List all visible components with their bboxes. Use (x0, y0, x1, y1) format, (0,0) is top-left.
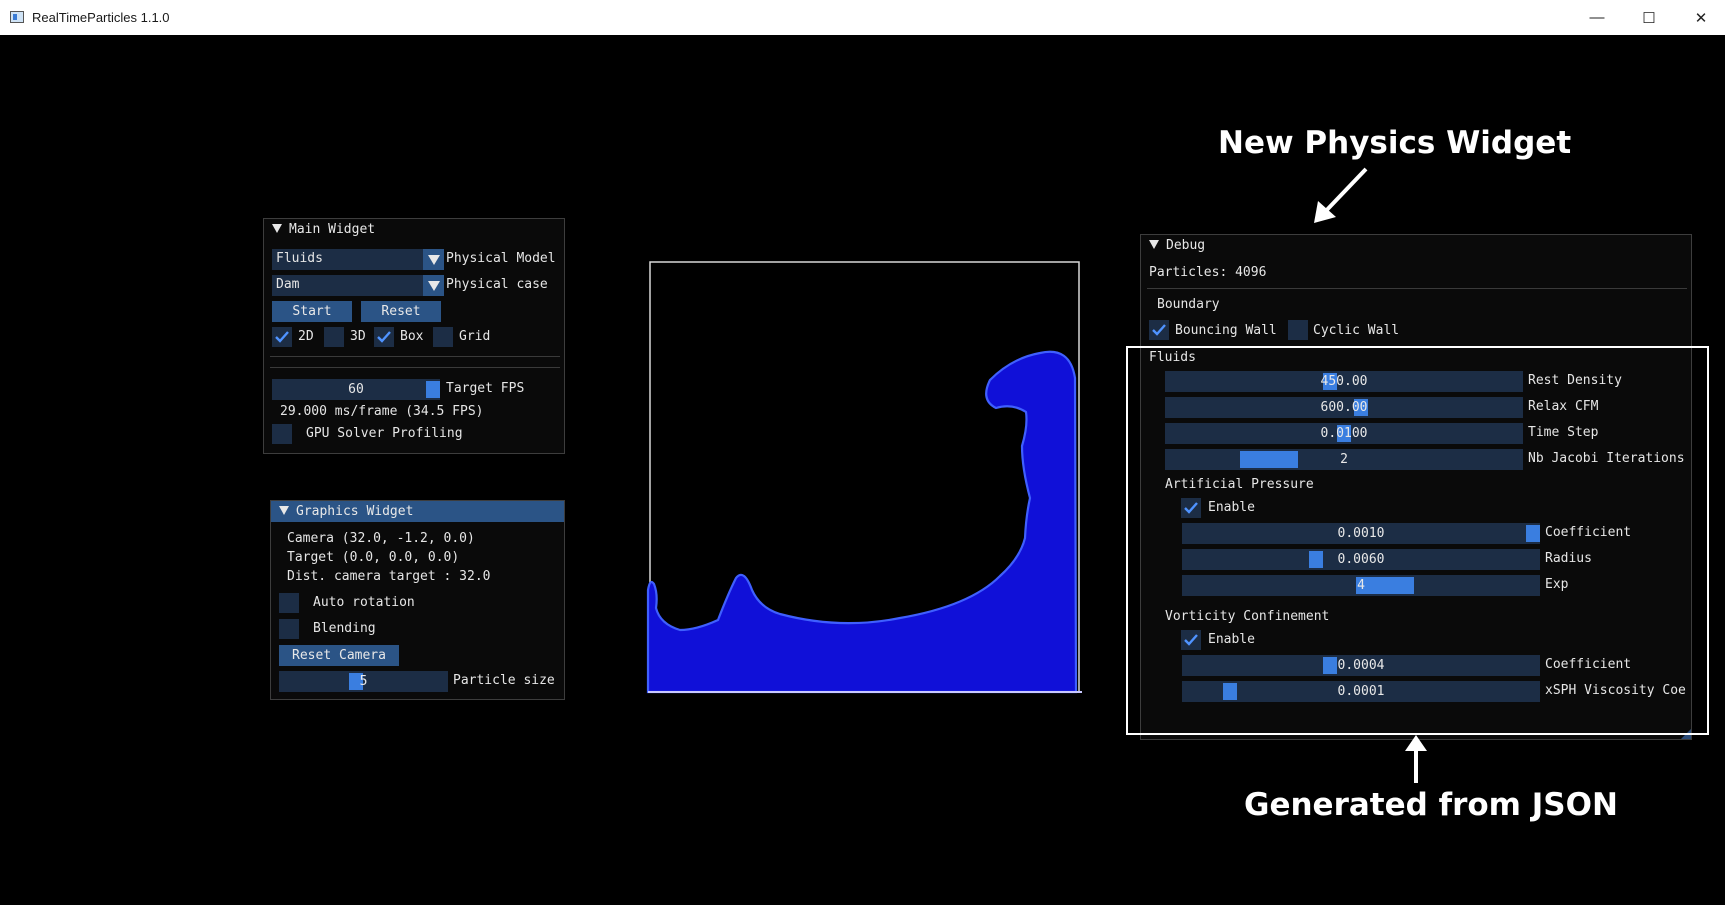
annotation-new-physics-widget: New Physics Widget (1218, 125, 1572, 161)
collapse-triangle-icon (272, 224, 282, 233)
bouncing-wall-label: Bouncing Wall (1175, 323, 1277, 338)
graphics-widget-title: Graphics Widget (296, 504, 414, 519)
checkbox-grid[interactable] (433, 327, 453, 347)
checkbox-box[interactable] (374, 327, 394, 347)
particle-size-value: 5 (359, 674, 368, 689)
camera-target: Target (0.0, 0.0, 0.0) (287, 550, 460, 565)
separator (270, 367, 560, 368)
graphics-widget-header[interactable]: Graphics Widget (271, 501, 564, 522)
camera-position: Camera (32.0, -1.2, 0.0) (287, 531, 475, 546)
main-widget-title: Main Widget (289, 222, 376, 237)
check-icon (275, 331, 289, 343)
separator (1147, 288, 1687, 289)
simulation-viewport[interactable] (640, 258, 1086, 698)
particle-count: Particles: 4096 (1149, 265, 1267, 280)
start-button[interactable]: Start (272, 301, 352, 322)
arrow-down-left-icon (1314, 167, 1368, 223)
close-button[interactable]: ✕ (1675, 0, 1725, 35)
checkbox-2d-label: 2D (298, 329, 314, 344)
checkbox-3d[interactable] (324, 327, 344, 347)
annotation-generated-from-json: Generated from JSON (1244, 787, 1618, 823)
arrow-up-icon (1405, 735, 1427, 783)
auto-rotation-checkbox[interactable] (279, 593, 299, 613)
minimize-button[interactable]: — (1571, 0, 1623, 35)
debug-widget-header[interactable]: Debug (1141, 235, 1691, 256)
blending-label: Blending (313, 621, 376, 636)
gpu-profiling-checkbox[interactable] (272, 424, 292, 444)
main-widget-header[interactable]: Main Widget (264, 219, 564, 240)
physical-model-combo[interactable]: Fluids (272, 249, 444, 270)
target-fps-label: Target FPS (446, 381, 525, 396)
window-title: RealTimeParticles 1.1.0 (32, 10, 170, 25)
checkbox-2d[interactable] (272, 327, 292, 347)
gpu-profiling-label: GPU Solver Profiling (306, 426, 463, 441)
separator (270, 356, 560, 357)
chevron-down-icon (423, 249, 444, 270)
particle-size-slider[interactable]: 5 (279, 671, 448, 692)
frame-stats: 29.000 ms/frame (34.5 FPS) (280, 404, 484, 419)
fluid-body (646, 350, 1078, 694)
bouncing-wall-checkbox[interactable] (1149, 320, 1169, 340)
checkbox-grid-label: Grid (459, 329, 491, 344)
target-fps-slider[interactable]: 60 (272, 379, 440, 400)
reset-button[interactable]: Reset (361, 301, 441, 322)
maximize-button[interactable]: ☐ (1623, 0, 1675, 35)
physical-case-combo[interactable]: Dam (272, 275, 444, 296)
camera-distance: Dist. camera target : 32.0 (287, 569, 491, 584)
target-fps-value: 60 (348, 382, 364, 397)
reset-camera-button[interactable]: Reset Camera (279, 645, 399, 666)
cyclic-wall-checkbox[interactable] (1288, 320, 1308, 340)
main-widget: Main Widget Fluids Physical Model Dam Ph… (263, 218, 565, 454)
blending-checkbox[interactable] (279, 619, 299, 639)
window-titlebar: RealTimeParticles 1.1.0 — ☐ ✕ (0, 0, 1725, 35)
check-icon (1152, 324, 1166, 336)
physical-case-value: Dam (276, 277, 300, 292)
checkbox-3d-label: 3D (350, 329, 366, 344)
collapse-triangle-icon (279, 506, 289, 515)
boundary-header: Boundary (1157, 297, 1220, 312)
physical-case-label: Physical case (446, 277, 548, 292)
checkbox-box-label: Box (400, 329, 424, 344)
physical-model-value: Fluids (276, 251, 323, 266)
physical-model-label: Physical Model (446, 251, 556, 266)
debug-widget-title: Debug (1166, 238, 1206, 253)
chevron-down-icon (423, 275, 444, 296)
cyclic-wall-label: Cyclic Wall (1313, 323, 1400, 338)
auto-rotation-label: Auto rotation (313, 595, 415, 610)
app-icon (10, 11, 24, 23)
highlight-box (1126, 346, 1709, 735)
check-icon (377, 331, 391, 343)
graphics-widget: Graphics Widget Camera (32.0, -1.2, 0.0)… (270, 500, 565, 700)
particle-size-label: Particle size (453, 673, 555, 688)
collapse-triangle-icon (1149, 240, 1159, 249)
